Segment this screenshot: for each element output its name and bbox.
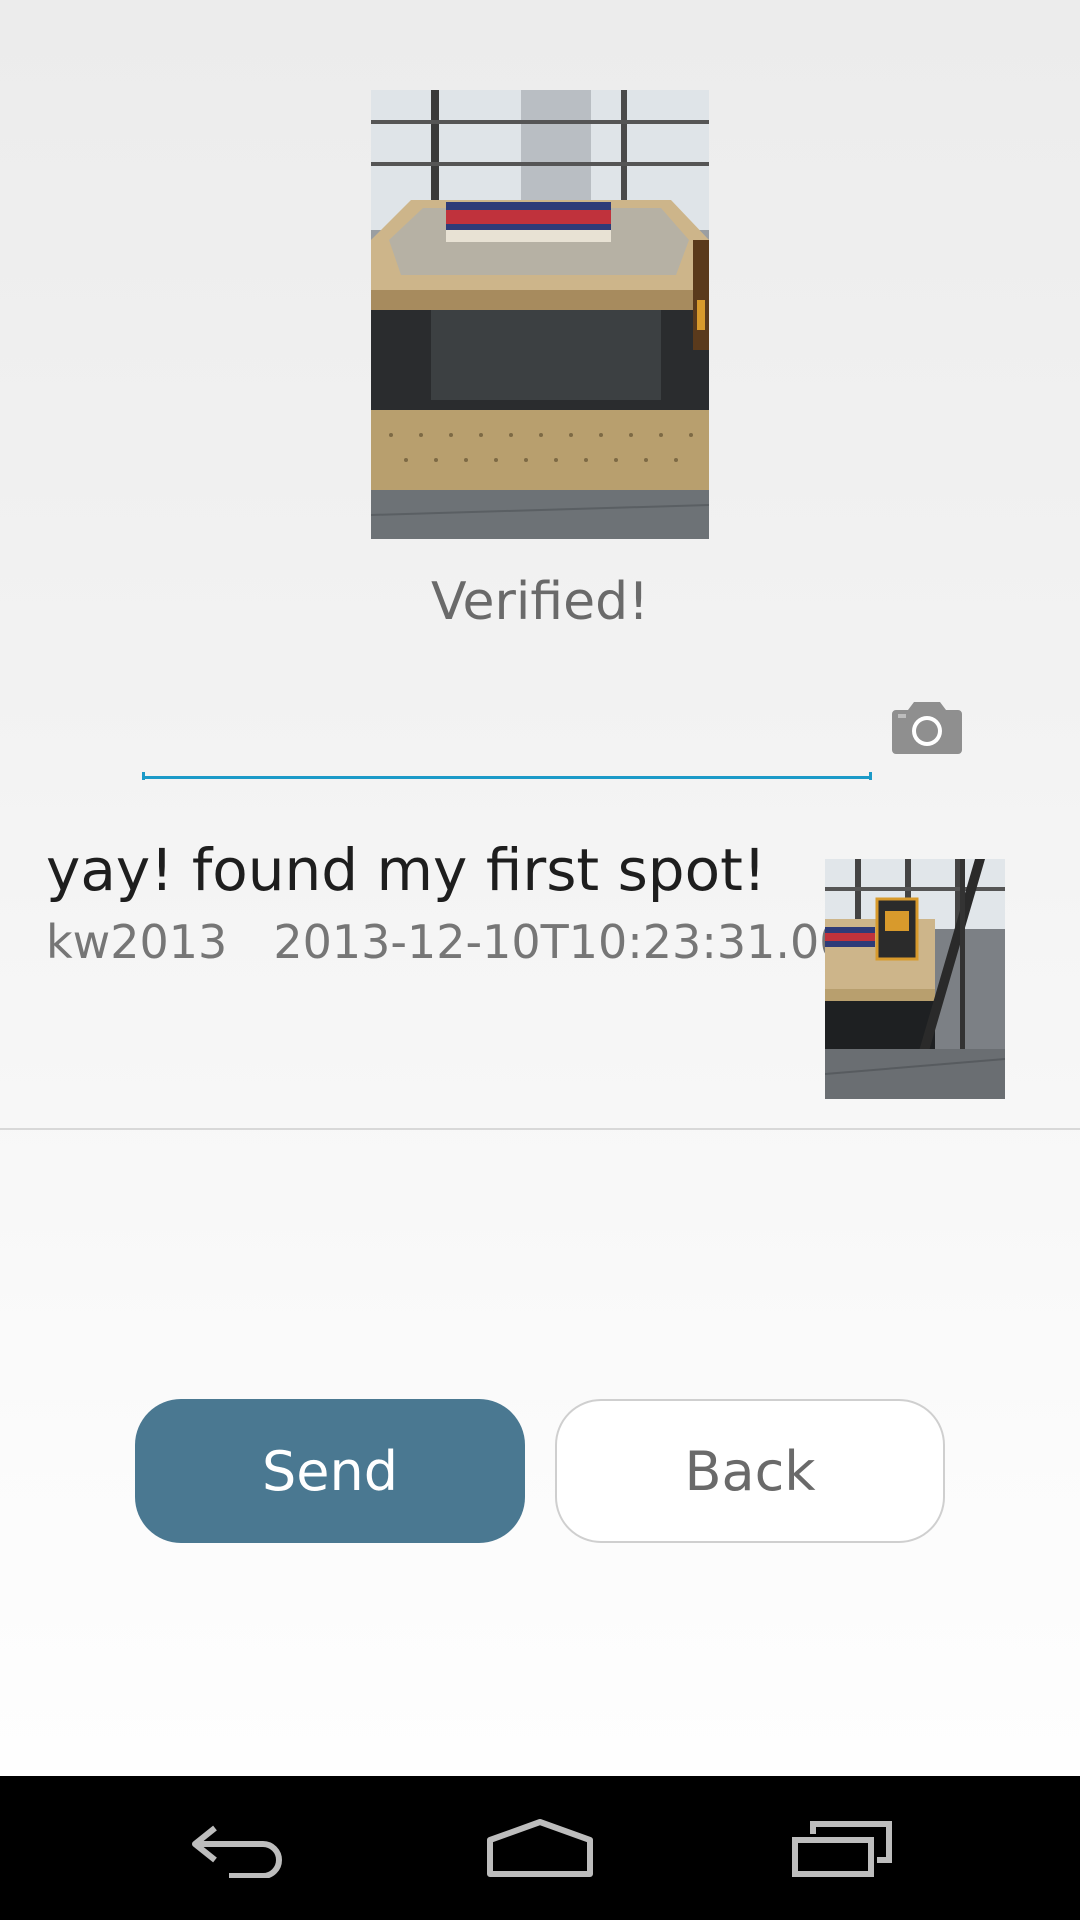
post-timestamp: 2013-12-10T10:23:31.000: [273, 915, 826, 969]
home-icon: [487, 1819, 593, 1877]
comment-input[interactable]: [142, 690, 872, 786]
navigation-bar: [0, 1776, 1080, 1920]
verified-status: Verified!: [431, 572, 649, 632]
comment-input-tick-right: [869, 772, 872, 780]
divider: [0, 1128, 1080, 1130]
screen: Verified! yay! found my first spot! kw20…: [0, 0, 1080, 1776]
back-button[interactable]: Back: [555, 1399, 945, 1543]
camera-button[interactable]: [890, 698, 964, 758]
nav-back-button[interactable]: [140, 1776, 340, 1920]
camera-icon: [892, 702, 962, 754]
post-username: kw2013: [46, 915, 228, 969]
nav-recent-button[interactable]: [742, 1776, 942, 1920]
back-icon: [192, 1825, 282, 1878]
comment-input-underline: [142, 776, 872, 779]
post-thumbnail[interactable]: [825, 859, 1005, 1099]
comment-input-tick-left: [142, 772, 145, 780]
send-button[interactable]: Send: [135, 1399, 525, 1543]
nav-home-button[interactable]: [440, 1776, 640, 1920]
verified-photo: [371, 90, 709, 539]
post-meta: kw2013 2013-12-10T10:23:31.000: [46, 915, 826, 969]
post-text: yay! found my first spot!: [46, 836, 767, 904]
recent-apps-icon: [792, 1821, 892, 1877]
